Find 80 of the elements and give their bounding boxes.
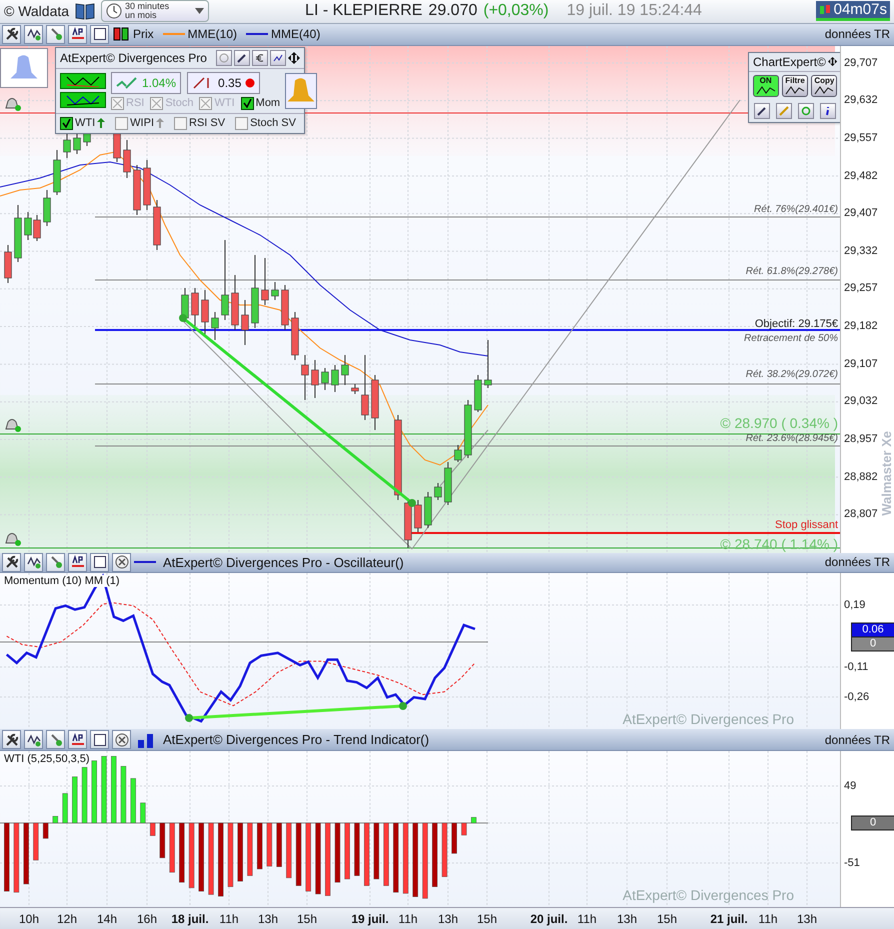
symbol-name: LI - KLEPIERRE [305, 2, 422, 20]
data-source: données TR [824, 555, 891, 570]
axis-tick: -51 [844, 857, 860, 870]
watermark-text: AtExpert© Divergences Pro [622, 887, 794, 904]
axis-tick: 29,557 [844, 132, 878, 144]
chartexpert-button[interactable]: ON [752, 74, 779, 97]
data-source: données TR [824, 732, 891, 747]
time-label: 11h [577, 912, 597, 926]
axis-tick: 49 [844, 780, 856, 792]
trend-checkbox[interactable]: Stoch SV [235, 116, 296, 130]
panel-title: ChartExpert© [753, 54, 826, 69]
watermark-text: Walmaster Xe [880, 430, 894, 516]
time-label: 16h [136, 912, 158, 926]
value-badge: 0.06 [851, 622, 894, 638]
time-label: 13h [258, 912, 278, 926]
chart-annotation: Rét. 76%(29.401€) [754, 204, 838, 215]
chart-annotation: Stop glissant [775, 518, 838, 531]
panel-title: AtExpert© Divergences Pro [60, 50, 208, 65]
axis-tick: 28,957 [844, 433, 878, 446]
axis-tick: 29,632 [844, 94, 878, 106]
axis-tick: -0,26 [844, 691, 870, 704]
ratio-field[interactable]: 0.35 [187, 72, 260, 94]
axis-tick: 29,182 [844, 320, 878, 332]
chart-annotation: Retracement de 50% [744, 332, 838, 344]
axis-tick: 29,482 [844, 170, 878, 182]
axis-tick: 28,807 [844, 508, 878, 520]
time-label: 18 juil. [171, 912, 209, 926]
chartexpert-button[interactable]: Copy [811, 74, 838, 97]
legend-label: Prix [133, 27, 154, 42]
time-label: 20 juil. [530, 912, 568, 926]
indicator-title: AtExpert© Divergences Pro - Oscillateur() [163, 554, 404, 570]
time-label: 11h [398, 912, 418, 926]
axis-tick: -0,11 [844, 661, 868, 674]
last-price: 29.070 [428, 2, 478, 20]
time-label: 15h [476, 912, 498, 926]
axis-tick: 29,032 [844, 395, 878, 408]
chart-annotation: © 28.740 ( 1.14% ) [720, 536, 838, 552]
chartexpert-button[interactable]: Filtre [782, 74, 808, 97]
axis-tick: 29,707 [844, 56, 878, 69]
indicator-label: WTI (5,25,50,3,5) [4, 753, 90, 766]
time-label: 14h [96, 912, 118, 926]
data-source: données TR [824, 27, 891, 42]
time-label: 10h [18, 912, 40, 926]
time-label: 21 juil. [710, 912, 748, 926]
trend-checkbox[interactable]: WTI [60, 116, 106, 130]
trend-checkbox[interactable]: RSI SV [174, 116, 226, 130]
time-label: 13h [616, 912, 638, 926]
countdown-timer: 04m07s [816, 1, 890, 22]
value-badge: 0 [851, 816, 894, 831]
time-label: 15h [656, 912, 678, 926]
date-time: 19 juil. 19 15:24:44 [566, 2, 702, 20]
axis-tick: 29,407 [844, 207, 878, 220]
legend-label: MME(10) [188, 27, 238, 42]
time-label: 11h [758, 912, 778, 926]
indicator-title: AtExpert© Divergences Pro - Trend Indicator() [163, 732, 430, 748]
time-label: 15h [296, 912, 318, 926]
value-badge: 0 [851, 636, 894, 652]
axis-tick: 29,332 [844, 244, 878, 257]
indicator-label: Momentum (10) MM (1) [4, 575, 120, 588]
time-label: 19 juil. [351, 912, 389, 926]
filter-checkbox[interactable]: Mom [240, 96, 280, 110]
chart-annotation: Objectif: 29.175€ [754, 318, 838, 330]
watermark-text: AtExpert© Divergences Pro [622, 711, 794, 728]
time-label: 12h [56, 912, 78, 926]
axis-tick: 28,882 [844, 470, 878, 483]
timeframe-dropdown[interactable]: 30 minutes un mois [101, 0, 210, 22]
trend-checkbox[interactable]: WIPI [115, 116, 164, 130]
chart-annotation: © 28.970 ( 0.34% ) [720, 414, 838, 431]
time-label: 11h [219, 912, 239, 926]
chart-annotation: Rét. 23.6%(28.945€) [746, 432, 838, 444]
logo-text: © Waldata [4, 3, 70, 20]
time-label: 13h [438, 912, 458, 926]
axis-tick: 29,107 [844, 358, 878, 370]
axis-tick: 29,257 [844, 282, 878, 294]
time-label: 13h [796, 912, 818, 926]
chart-annotation: Rét. 38.2%(29.072€) [746, 368, 838, 380]
chart-annotation: Rét. 61.8%(29.278€) [746, 266, 838, 277]
price-change: (+0,03%) [483, 2, 549, 20]
axis-tick: 0,19 [844, 599, 866, 612]
legend-label: MME(40) [271, 27, 320, 42]
